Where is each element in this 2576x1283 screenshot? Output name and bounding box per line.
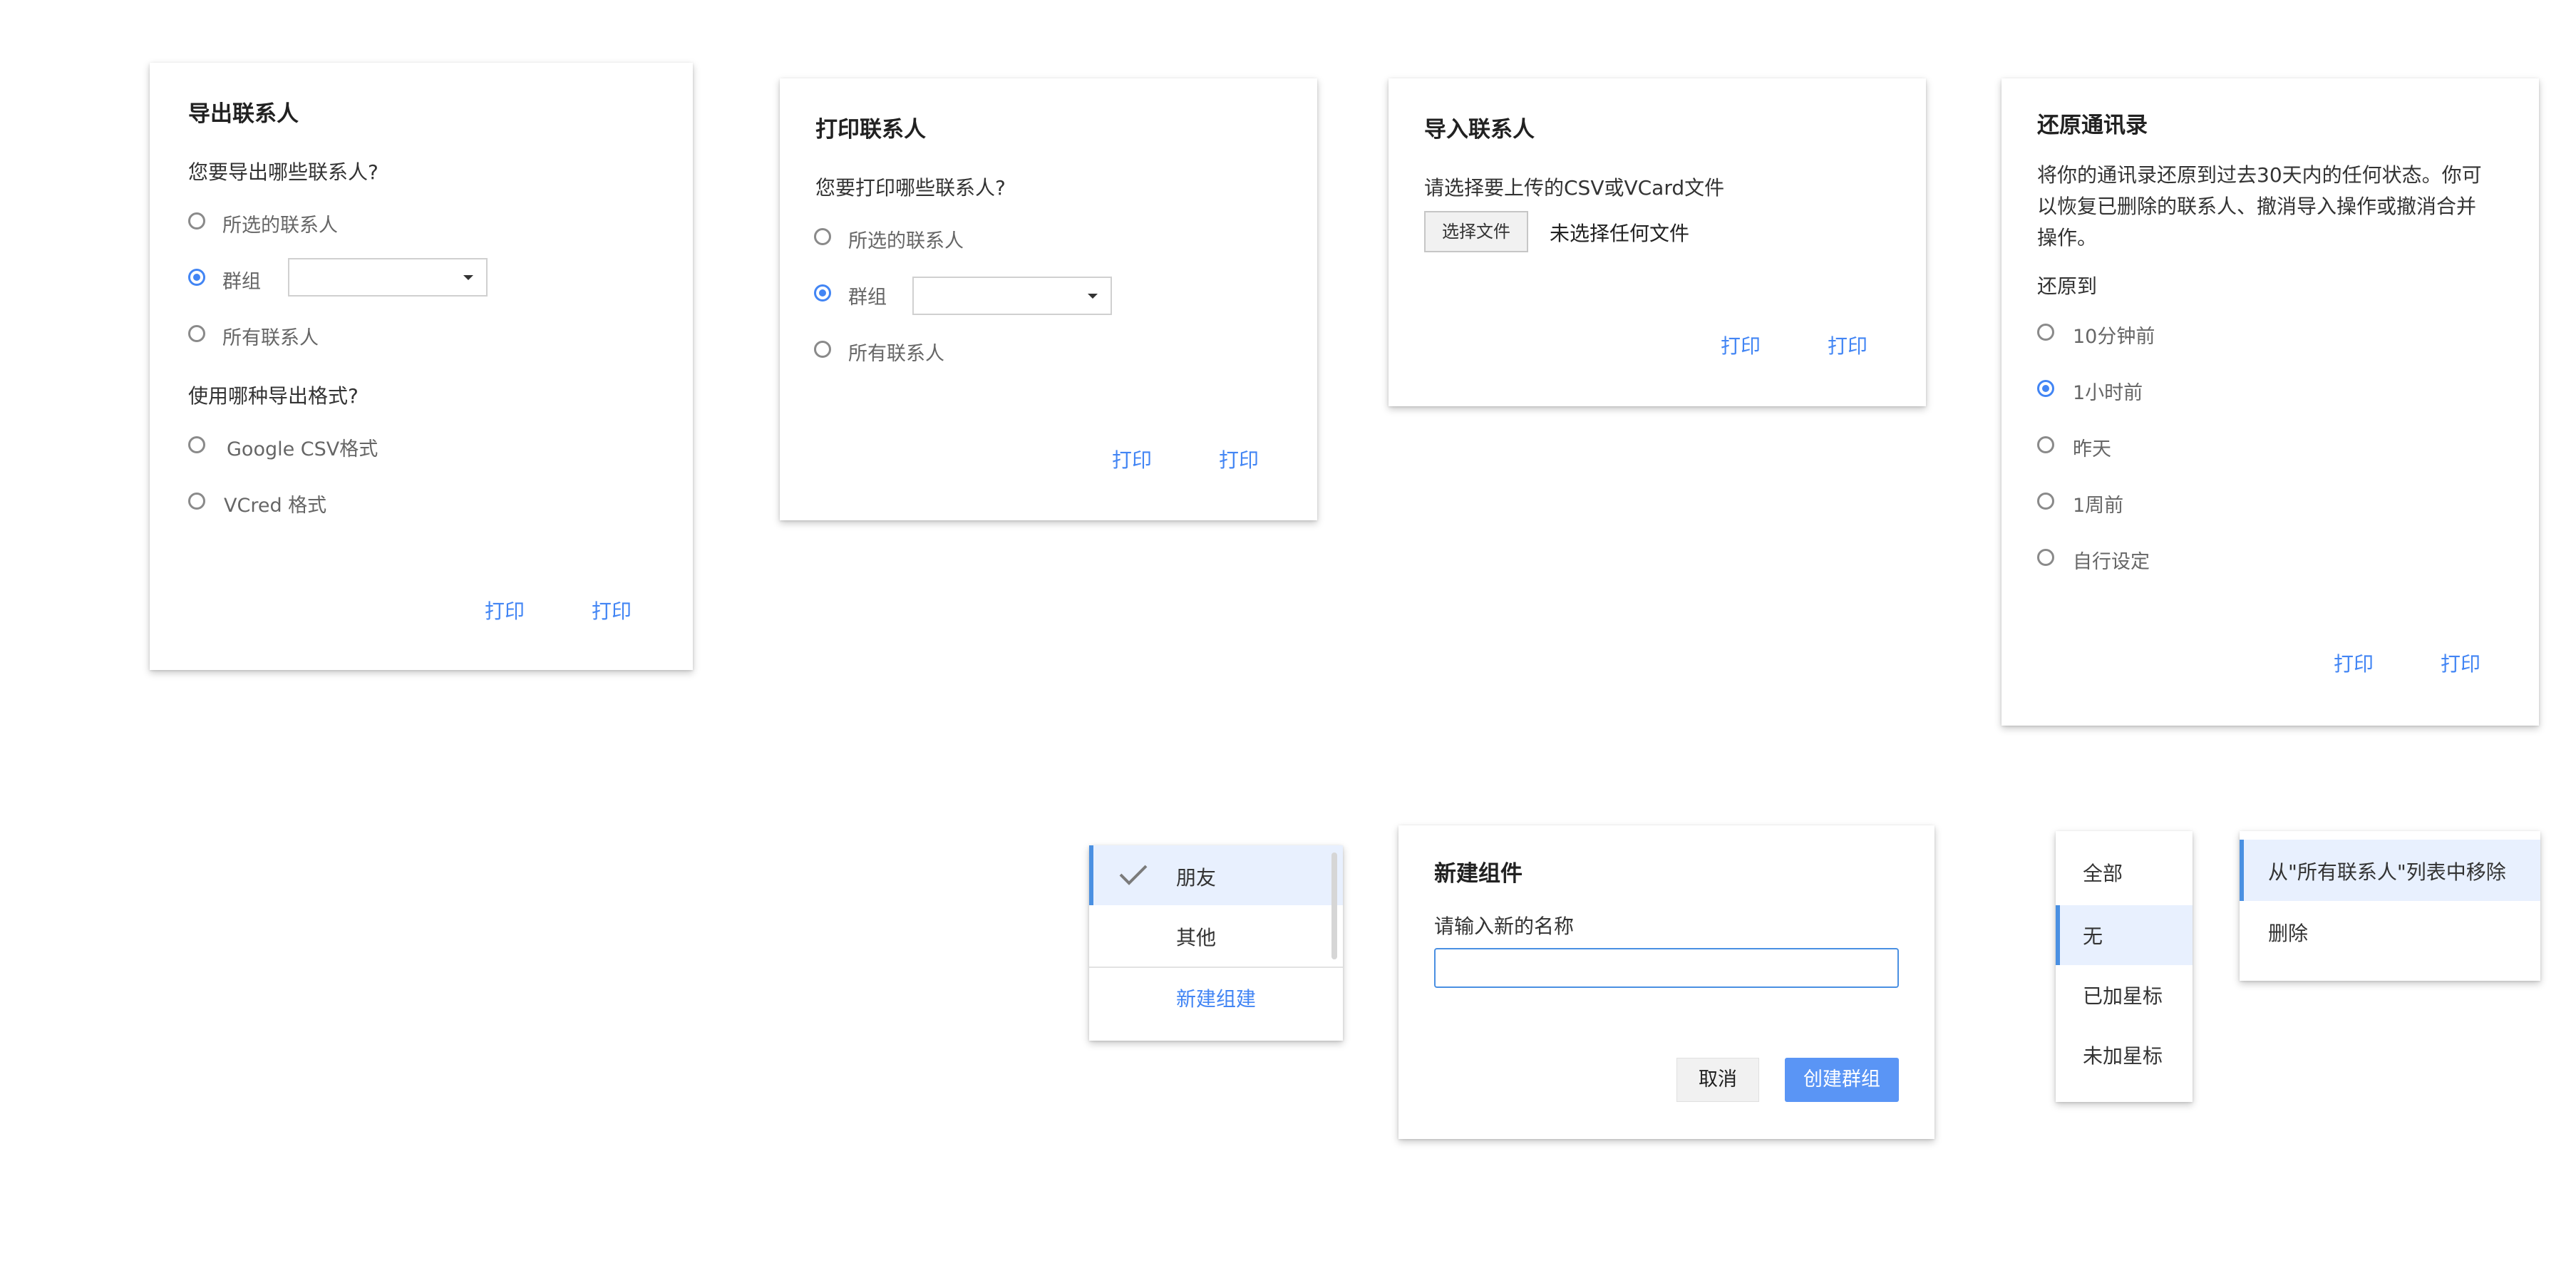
new-group-label: 新建组建 xyxy=(1176,987,1257,1011)
radio-custom[interactable] xyxy=(2037,549,2054,566)
radio-group[interactable] xyxy=(814,284,831,302)
menu-item-other[interactable]: 其他 xyxy=(1089,905,1343,965)
radio-all-contacts[interactable] xyxy=(814,341,831,358)
option-label: 所有联系人 xyxy=(222,327,319,349)
print-button[interactable]: 打印 xyxy=(2334,649,2374,677)
menu-item-label: 未加星标 xyxy=(2083,1044,2163,1068)
option-label: 群组 xyxy=(222,271,261,293)
restore-description-line: 将你的通讯录还原到过去30天内的任何状态。你可 xyxy=(2037,163,2482,187)
scrollbar[interactable] xyxy=(1331,852,1337,959)
radio-10-minutes-ago[interactable] xyxy=(2037,324,2054,341)
caret-down-icon xyxy=(463,275,473,280)
import-contacts-dialog: 导入联系人 请选择要上传的CSV或VCard文件 选择文件 未选择任何文件 打印… xyxy=(1389,78,1926,406)
question-which-contacts: 您要导出哪些联系人? xyxy=(188,160,378,184)
print-button[interactable]: 打印 xyxy=(2441,649,2480,677)
dialog-title: 打印联系人 xyxy=(815,117,926,143)
menu-item-remove-from-all[interactable]: 从"所有联系人"列表中移除 xyxy=(2240,840,2540,901)
menu-item-label: 已加星标 xyxy=(2083,984,2163,1008)
dialog-title: 导出联系人 xyxy=(188,101,299,127)
menu-item-starred[interactable]: 已加星标 xyxy=(2056,965,2193,1025)
choose-file-button[interactable]: 选择文件 xyxy=(1424,211,1528,252)
caret-down-icon xyxy=(1088,294,1098,299)
menu-item-label: 从"所有联系人"列表中移除 xyxy=(2268,860,2506,884)
dialog-title: 导入联系人 xyxy=(1424,117,1535,143)
check-icon xyxy=(1119,865,1148,885)
question-format: 使用哪种导出格式? xyxy=(188,384,359,408)
action-menu: 从"所有联系人"列表中移除 删除 xyxy=(2240,831,2540,981)
no-file-chosen-text: 未选择任何文件 xyxy=(1550,222,1690,245)
radio-all-contacts[interactable] xyxy=(188,325,205,342)
radio-selected-contacts[interactable] xyxy=(188,212,205,230)
print-button[interactable]: 打印 xyxy=(592,596,632,624)
radio-1-week-ago[interactable] xyxy=(2037,493,2054,510)
restore-description-line: 以恢复已删除的联系人、撤消导入操作或撤消合并 xyxy=(2037,195,2477,218)
option-label: 1小时前 xyxy=(2073,382,2143,404)
question-which-contacts: 您要打印哪些联系人? xyxy=(815,176,1006,200)
option-label: Google CSV格式 xyxy=(227,438,378,460)
export-contacts-dialog: 导出联系人 您要导出哪些联系人? 所选的联系人 群组 所有联系人 使用哪种导出格… xyxy=(150,63,693,670)
restore-description-line: 操作。 xyxy=(2037,226,2098,249)
group-menu: 朋友 其他 新建组建 xyxy=(1089,845,1343,1041)
menu-item-label: 朋友 xyxy=(1176,866,1217,890)
create-group-button[interactable]: 创建群组 xyxy=(1785,1058,1899,1102)
option-label: 自行设定 xyxy=(2073,551,2150,573)
radio-vcard[interactable] xyxy=(188,493,205,510)
dialog-title: 新建组件 xyxy=(1434,861,1523,887)
menu-item-delete[interactable]: 删除 xyxy=(2240,901,2540,962)
new-group-link[interactable]: 新建组建 xyxy=(1089,968,1343,1028)
menu-item-none[interactable]: 无 xyxy=(2056,905,2193,965)
cancel-button[interactable]: 取消 xyxy=(1676,1058,1759,1102)
radio-1-hour-ago[interactable] xyxy=(2037,380,2054,397)
restore-contacts-dialog: 还原通讯录 将你的通讯录还原到过去30天内的任何状态。你可 以恢复已删除的联系人… xyxy=(2001,78,2539,726)
menu-item-label: 无 xyxy=(2083,924,2103,948)
print-button[interactable]: 打印 xyxy=(1721,331,1761,359)
cancel-label: 取消 xyxy=(1699,1068,1737,1091)
menu-item-label: 删除 xyxy=(2268,922,2309,945)
print-button[interactable]: 打印 xyxy=(1112,445,1152,473)
menu-item-friends[interactable]: 朋友 xyxy=(1089,845,1343,905)
radio-yesterday[interactable] xyxy=(2037,436,2054,453)
option-label: 1周前 xyxy=(2073,495,2124,517)
menu-item-label: 全部 xyxy=(2083,862,2123,885)
option-label: 群组 xyxy=(848,287,887,309)
create-group-label: 创建群组 xyxy=(1803,1068,1880,1091)
group-select[interactable] xyxy=(288,258,488,297)
option-label: 10分钟前 xyxy=(2073,326,2155,348)
menu-item-label: 其他 xyxy=(1176,926,1217,949)
menu-item-unstarred[interactable]: 未加星标 xyxy=(2056,1025,2193,1085)
print-button[interactable]: 打印 xyxy=(1828,331,1867,359)
radio-group[interactable] xyxy=(188,269,205,286)
option-label: 昨天 xyxy=(2073,438,2111,460)
print-contacts-dialog: 打印联系人 您要打印哪些联系人? 所选的联系人 群组 所有联系人 打印 打印 xyxy=(780,78,1317,520)
group-select[interactable] xyxy=(912,277,1112,315)
radio-selected-contacts[interactable] xyxy=(814,228,831,245)
group-name-input[interactable] xyxy=(1434,948,1899,988)
menu-item-all[interactable]: 全部 xyxy=(2056,843,2193,902)
restore-to-label: 还原到 xyxy=(2037,274,2098,298)
option-label: 所选的联系人 xyxy=(222,215,338,237)
option-label: 所有联系人 xyxy=(848,343,944,365)
print-button[interactable]: 打印 xyxy=(485,596,525,624)
upload-prompt: 请选择要上传的CSV或VCard文件 xyxy=(1424,176,1725,200)
filter-menu: 全部 无 已加星标 未加星标 xyxy=(2056,831,2193,1102)
new-name-label: 请输入新的名称 xyxy=(1434,914,1575,938)
option-label: 所选的联系人 xyxy=(848,230,964,252)
new-group-dialog: 新建组件 请输入新的名称 取消 创建群组 xyxy=(1398,825,1934,1139)
radio-google-csv[interactable] xyxy=(188,436,205,453)
print-button[interactable]: 打印 xyxy=(1219,445,1259,473)
dialog-title: 还原通讯录 xyxy=(2037,113,2148,138)
option-label: VCred 格式 xyxy=(224,495,327,517)
